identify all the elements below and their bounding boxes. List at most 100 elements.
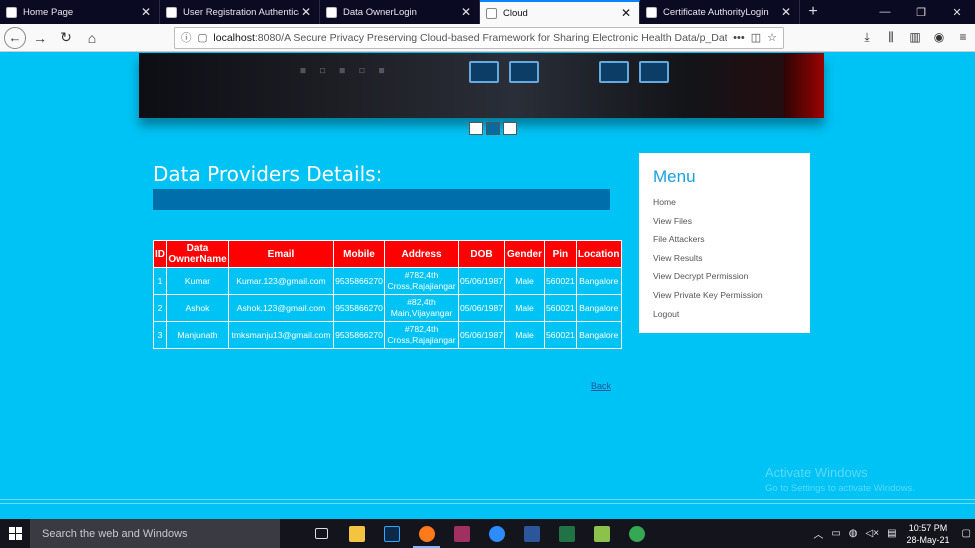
watermark-line-2: Go to Settings to activate Windows. [765,483,915,494]
page-info-icon[interactable]: ⓘ [181,30,192,45]
menu-item-view-files[interactable]: View Files [653,212,796,231]
download-icon[interactable]: ⤓ [855,30,879,45]
col-header-dob: DOB [457,240,506,268]
col-header-location: Location [575,240,622,268]
cell-mobile: 9535866270 [333,294,385,322]
pocket-icon[interactable]: ◫ [751,31,761,44]
tab-certificate-authority[interactable]: Certificate AuthorityLogin ✕ [640,0,800,24]
battery-icon[interactable]: ▭ [831,528,840,539]
col-header-mobile: Mobile [333,240,385,268]
close-tab-icon[interactable]: ✕ [299,5,313,19]
activate-windows-watermark: Activate Windows Go to Settings to activ… [765,465,915,494]
taskbar-search-box[interactable]: Search the web and Windows [30,519,280,548]
menu-item-home[interactable]: Home [653,193,796,212]
bookmark-star-icon[interactable]: ☆ [767,31,777,44]
slide-dot-2[interactable] [486,122,500,135]
col-header-id: ID [153,240,167,268]
keyboard-icon[interactable]: ▤ [887,528,896,539]
cell-gender: Male [504,294,546,322]
data-providers-table: ID Data OwnerName Email Mobile Address D… [153,240,622,349]
watermark-line-1: Activate Windows [765,465,868,480]
tab-data-owner-login[interactable]: Data OwnerLogin ✕ [320,0,480,24]
forward-arrow-icon[interactable]: → [28,26,52,50]
slide-dot-3[interactable] [503,122,517,135]
cell-dob: 05/06/1987 [457,294,506,322]
zoom-icon[interactable] [479,519,514,548]
page-favicon-icon [486,7,497,19]
slide-dot-1[interactable] [469,122,483,135]
chrome-icon[interactable] [619,519,654,548]
menu-item-file-attackers[interactable]: File Attackers [653,230,796,249]
volume-icon[interactable]: ◁× [866,528,880,539]
close-tab-icon[interactable]: ✕ [139,5,153,19]
back-arrow-icon[interactable]: ← [4,26,26,49]
cell-mobile: 9535866270 [333,321,385,349]
start-button[interactable] [0,519,30,548]
page-favicon-icon [646,6,657,18]
reload-icon[interactable]: ↻ [54,26,78,50]
page-favicon-icon [6,6,17,18]
url-path: :8080/A Secure Privacy Preserving Cloud-… [254,31,728,44]
page-actions-icon[interactable]: ••• [733,32,745,44]
close-window-icon[interactable]: ✕ [939,0,975,24]
task-view-icon[interactable] [304,519,339,548]
cell-mobile: 9535866270 [333,267,385,295]
page-favicon-icon [326,6,337,18]
cell-dob: 05/06/1987 [457,267,506,295]
menu-item-logout[interactable]: Logout [653,305,796,324]
chevron-up-icon[interactable]: ︿ [813,526,823,541]
back-link[interactable]: Back [591,381,611,391]
tab-title: Data OwnerLogin [343,6,417,18]
winrar-icon[interactable] [444,519,479,548]
table-row: 1 Kumar Kumar.123@gmail.com 9535866270 #… [153,267,622,295]
monitor-graphic [509,61,539,83]
sidebar-icon[interactable]: ▥ [903,30,927,45]
close-tab-icon[interactable]: ✕ [619,6,633,20]
clock-time: 10:57 PM [908,522,948,533]
browser-tab-strip: Home Page ✕ User Registration Authentica… [0,0,975,24]
cell-id: 1 [153,267,167,295]
word-icon[interactable] [514,519,549,548]
account-icon[interactable]: ◉ [927,30,951,45]
lock-icon: ▢ [197,31,208,44]
restore-icon[interactable]: ❐ [903,0,939,24]
home-icon[interactable]: ⌂ [80,26,104,50]
tab-cloud[interactable]: Cloud ✕ [480,0,640,24]
address-bar[interactable]: ⓘ ▢ localhost:8080/A Secure Privacy Pres… [174,26,784,49]
menu-title: Menu [653,167,696,186]
photoshop-icon[interactable] [374,519,409,548]
new-tab-plus-icon[interactable]: + [800,0,826,24]
minimize-icon[interactable]: — [867,0,903,24]
clock-date: 28-May-21 [906,534,950,545]
excel-icon[interactable] [549,519,584,548]
notepad-plus-icon[interactable] [584,519,619,548]
firefox-icon[interactable] [409,519,444,548]
library-icon[interactable]: ⫼ [879,30,903,45]
cell-owner-name: Ashok [166,294,229,322]
taskbar-clock[interactable]: 10:57 PM 28-May-21 [907,522,950,546]
monitor-graphic [599,61,629,83]
network-icon[interactable]: ◍ [849,528,858,539]
tab-user-registration[interactable]: User Registration Authenticatio ✕ [160,0,320,24]
menu-item-view-decrypt-permission[interactable]: View Decrypt Permission [653,267,796,286]
windows-logo-icon [8,527,22,540]
tab-title: Cloud [503,7,528,19]
col-header-owner-name: Data OwnerName [166,240,229,268]
menu-item-view-private-key-permission[interactable]: View Private Key Permission [653,286,796,305]
table-row: 3 Manjunath tmksmanju13@gmail.com 953586… [153,321,622,349]
page-title: Data Providers Details: [153,162,383,186]
close-tab-icon[interactable]: ✕ [779,5,793,19]
heading-bar [153,189,610,210]
cell-pin: 560021 [544,267,577,295]
hamburger-menu-icon[interactable]: ≡ [951,30,975,45]
banner-image: ▪ ▫ ▪ ▫ ▪ [139,53,824,118]
notifications-icon[interactable]: ▢ [962,528,971,539]
file-explorer-icon[interactable] [339,519,374,548]
tab-home-page[interactable]: Home Page ✕ [0,0,160,24]
menu-item-view-results[interactable]: View Results [653,249,796,268]
footer-divider [0,503,975,504]
cell-gender: Male [504,321,546,349]
cell-gender: Male [504,267,546,295]
cell-owner-name: Manjunath [166,321,229,349]
close-tab-icon[interactable]: ✕ [459,5,473,19]
